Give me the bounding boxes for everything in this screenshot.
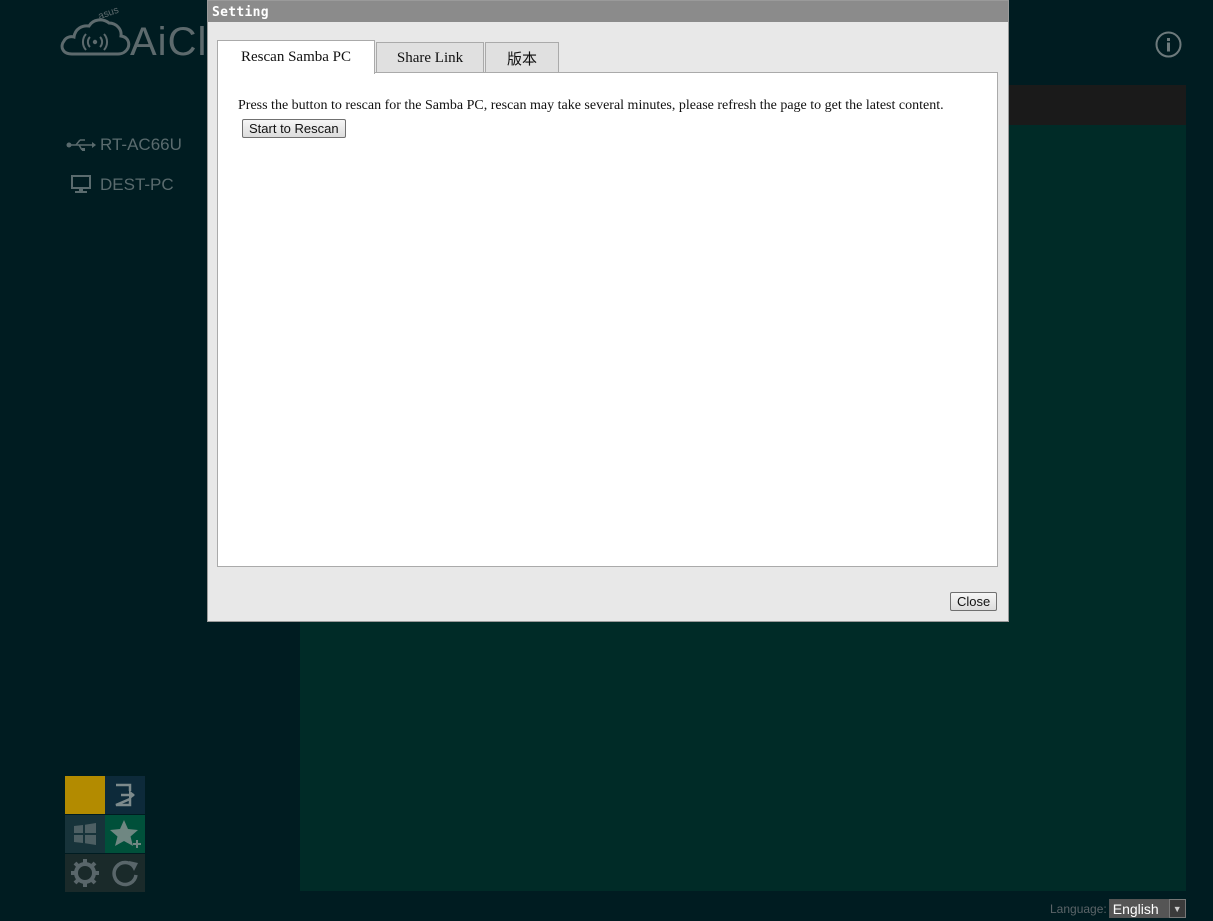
dialog-tabs: Rescan Samba PC Share Link 版本 bbox=[217, 40, 560, 74]
rescan-description: Press the button to rescan for the Samba… bbox=[238, 94, 978, 140]
monitor-icon bbox=[66, 175, 96, 195]
tile-grid bbox=[65, 776, 145, 892]
close-button[interactable]: Close bbox=[950, 592, 998, 611]
tab-share-link[interactable]: Share Link bbox=[376, 42, 484, 73]
usb-icon bbox=[66, 138, 96, 152]
aicloud-logo: asus AiCl bbox=[58, 5, 218, 70]
start-rescan-button[interactable]: Start to Rescan bbox=[242, 119, 346, 139]
tab-version[interactable]: 版本 bbox=[485, 42, 559, 73]
settings-tile[interactable] bbox=[65, 854, 105, 892]
gear-icon bbox=[71, 859, 99, 887]
blank-tile[interactable] bbox=[65, 776, 105, 814]
rescan-message: Press the button to rescan for the Samba… bbox=[238, 98, 944, 113]
language-select[interactable]: English ▼ bbox=[1108, 899, 1186, 918]
logo-text: AiCl bbox=[130, 20, 208, 64]
favorites-tile[interactable] bbox=[105, 815, 145, 853]
language-selector: Language: English ▼ bbox=[1050, 899, 1186, 918]
tab-rescan-samba-pc[interactable]: Rescan Samba PC bbox=[217, 40, 375, 74]
sidebar-item-rt-ac66u[interactable]: RT-AC66U bbox=[66, 132, 182, 158]
sidebar-item-label: RT-AC66U bbox=[100, 135, 182, 154]
refresh-icon bbox=[112, 860, 138, 887]
info-icon[interactable] bbox=[1155, 31, 1182, 58]
logout-tile[interactable] bbox=[105, 776, 145, 814]
star-plus-icon bbox=[110, 820, 141, 848]
refresh-tile[interactable] bbox=[105, 854, 145, 892]
windows-tile[interactable] bbox=[65, 815, 105, 853]
logout-icon bbox=[115, 783, 135, 807]
sidebar-item-dest-pc[interactable]: DEST-PC bbox=[66, 172, 174, 198]
language-value: English bbox=[1112, 900, 1159, 917]
chevron-down-icon: ▼ bbox=[1168, 899, 1186, 918]
cloud-wifi-icon bbox=[60, 18, 131, 56]
language-label: Language: bbox=[1050, 901, 1107, 916]
setting-dialog: Setting Rescan Samba PC Share Link 版本 Pr… bbox=[207, 0, 1009, 622]
windows-icon bbox=[74, 823, 96, 845]
sidebar-item-label: DEST-PC bbox=[100, 175, 174, 194]
dialog-title[interactable]: Setting bbox=[208, 1, 1008, 22]
tab-panel-rescan: Press the button to rescan for the Samba… bbox=[217, 72, 998, 567]
